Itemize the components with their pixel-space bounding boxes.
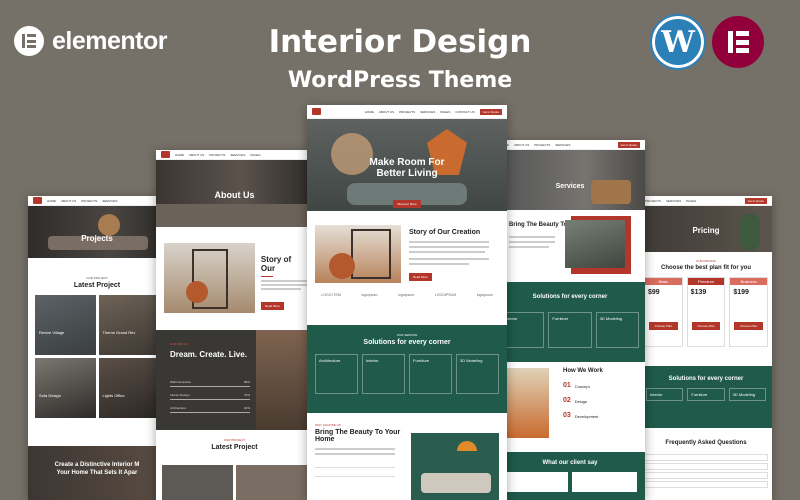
solutions-section: Solutions for every corner Interior Furn… xyxy=(495,282,645,362)
nav-item[interactable]: ABOUT US xyxy=(514,143,529,147)
nav-item[interactable]: HOME xyxy=(175,153,184,157)
project-tile[interactable]: Lights Office xyxy=(98,358,159,418)
project-tile[interactable]: Sofa Design xyxy=(35,358,96,418)
story-heading: Story of Our xyxy=(260,255,292,273)
read-more-button[interactable]: Read More xyxy=(409,273,432,281)
service-card[interactable]: Architecture xyxy=(315,354,358,394)
services-page-screenshot: HOME ABOUT US PROJECTS SERVICES Get A Qu… xyxy=(495,140,645,500)
home-hero: Make Room For Better Living Discover Mor… xyxy=(307,119,507,211)
about-page-screenshot: HOME ABOUT US PROJECTS SERVICES PAGES Ab… xyxy=(156,150,313,500)
beauty-heading: Bring The Beauty To Your xyxy=(315,429,401,436)
discover-more-button[interactable]: Discover More xyxy=(393,200,421,208)
nav-bar: HOME ABOUT US PROJECTS SERVICES xyxy=(28,196,166,206)
latest-project-heading: Latest Project xyxy=(211,444,258,451)
nav-item[interactable]: SERVICES xyxy=(102,199,117,203)
pricing-page-screenshot: PROJECTS SERVICES PAGES Get A Quote Pric… xyxy=(640,196,772,500)
nav-item[interactable]: HOME xyxy=(47,199,56,203)
nav-item[interactable]: PAGES xyxy=(250,153,260,157)
faq-heading: Frequently Asked Questions xyxy=(665,440,747,446)
service-card[interactable]: Furniture xyxy=(409,354,452,394)
projects-hero: Projects xyxy=(28,206,166,258)
pricing-card: Business $199 Choose Plan xyxy=(729,277,769,347)
hero-title: Better Living xyxy=(376,168,438,179)
quote-button[interactable]: Get A Quote xyxy=(744,197,767,204)
quote-button[interactable]: Get A Quote xyxy=(479,108,502,115)
project-tile[interactable]: Theme Grand Rev xyxy=(98,295,159,355)
home-page-screenshot: HOME ABOUT US PROJECTS SERVICES PAGES CO… xyxy=(307,105,507,500)
nav-item[interactable]: PROJECTS xyxy=(645,199,661,203)
service-card[interactable]: 3D Modeling xyxy=(456,354,499,394)
hero-title: Projects xyxy=(81,234,113,243)
wordpress-icon: W xyxy=(650,14,706,70)
skills-heading: Dream. Create. Live. xyxy=(170,350,247,359)
story-image xyxy=(315,225,401,283)
testimonial-section: What our client say xyxy=(495,452,645,500)
nav-item[interactable]: SERVICES xyxy=(230,153,245,157)
nav-item[interactable]: SERVICES xyxy=(555,143,570,147)
how-we-work-heading: How We Work xyxy=(563,368,603,374)
nav-item[interactable]: CONTACT US xyxy=(455,110,474,114)
choose-plan-button[interactable]: Choose Plan xyxy=(649,322,678,330)
hero-title: Make Room For xyxy=(369,157,445,168)
choose-plan-button[interactable]: Choose Plan xyxy=(691,322,721,330)
site-logo xyxy=(33,197,42,204)
nav-item[interactable]: ABOUT US xyxy=(379,110,394,114)
skills-section: OUR SKILLS Dream. Create. Live. Wall Dec… xyxy=(156,330,313,430)
nav-bar: HOME ABOUT US PROJECTS SERVICES Get A Qu… xyxy=(495,140,645,150)
project-tile[interactable]: Revive Village xyxy=(35,295,96,355)
site-logo xyxy=(161,151,170,158)
nav-item[interactable]: PAGES xyxy=(440,110,450,114)
choose-plan-button[interactable]: Choose Plan xyxy=(734,322,764,330)
pricing-card: Basic $99 Choose Plan xyxy=(644,277,683,347)
section-heading: Latest Project xyxy=(73,282,121,289)
nav-item[interactable]: ABOUT US xyxy=(61,199,76,203)
nav-item[interactable]: HOME xyxy=(365,110,374,114)
page-subtitle: WordPress Theme xyxy=(287,68,513,93)
hero-title: Pricing xyxy=(692,226,720,235)
quote-button[interactable]: Get A Quote xyxy=(617,141,640,148)
service-card[interactable]: Interior xyxy=(362,354,405,394)
beauty-image xyxy=(411,433,499,500)
story-heading: Story of Our Creation xyxy=(409,229,481,236)
nav-item[interactable]: PROJECTS xyxy=(209,153,225,157)
nav-item[interactable]: PROJECTS xyxy=(399,110,415,114)
projects-page-screenshot: HOME ABOUT US PROJECTS SERVICES Projects… xyxy=(28,196,166,500)
pricing-hero: Pricing xyxy=(640,206,772,252)
cta-banner: Create a Distinctive Interior M Your Hom… xyxy=(28,446,166,500)
nav-bar: HOME ABOUT US PROJECTS SERVICES PAGES CO… xyxy=(307,105,507,119)
nav-item[interactable]: SERVICES xyxy=(666,199,681,203)
services-heading: Solutions for every corner xyxy=(363,339,451,346)
logo-strip: LOGO ITEM logoipsum logoipsum LOGOIPSUM logo… xyxy=(321,293,493,297)
services-section: OUR SERVICE Solutions for every corner A… xyxy=(307,325,507,413)
elementor-icon xyxy=(712,16,764,68)
nav-item[interactable]: PROJECTS xyxy=(81,199,97,203)
nav-bar: PROJECTS SERVICES PAGES Get A Quote xyxy=(640,196,772,206)
section-kicker: OUR PROJECT xyxy=(86,276,108,280)
read-more-button[interactable]: Read More xyxy=(260,302,284,310)
nav-item[interactable]: ABOUT US xyxy=(189,153,204,157)
nav-item[interactable]: PAGES xyxy=(686,199,696,203)
about-hero: About Us xyxy=(156,160,313,227)
story-image xyxy=(164,243,255,313)
pricing-card: Premium $139 Choose Plan xyxy=(686,277,726,347)
beauty-heading: Home xyxy=(315,436,335,443)
nav-item[interactable]: SERVICES xyxy=(420,110,435,114)
hero-title: About Us xyxy=(214,190,255,200)
nav-bar: HOME ABOUT US PROJECTS SERVICES PAGES xyxy=(156,150,313,160)
hero-title: Services xyxy=(555,183,585,190)
services-hero: Services xyxy=(495,150,645,210)
solutions-section: Solutions for every corner Interior Furn… xyxy=(640,366,772,428)
nav-item[interactable]: PROJECTS xyxy=(534,143,550,147)
site-logo xyxy=(312,108,321,115)
